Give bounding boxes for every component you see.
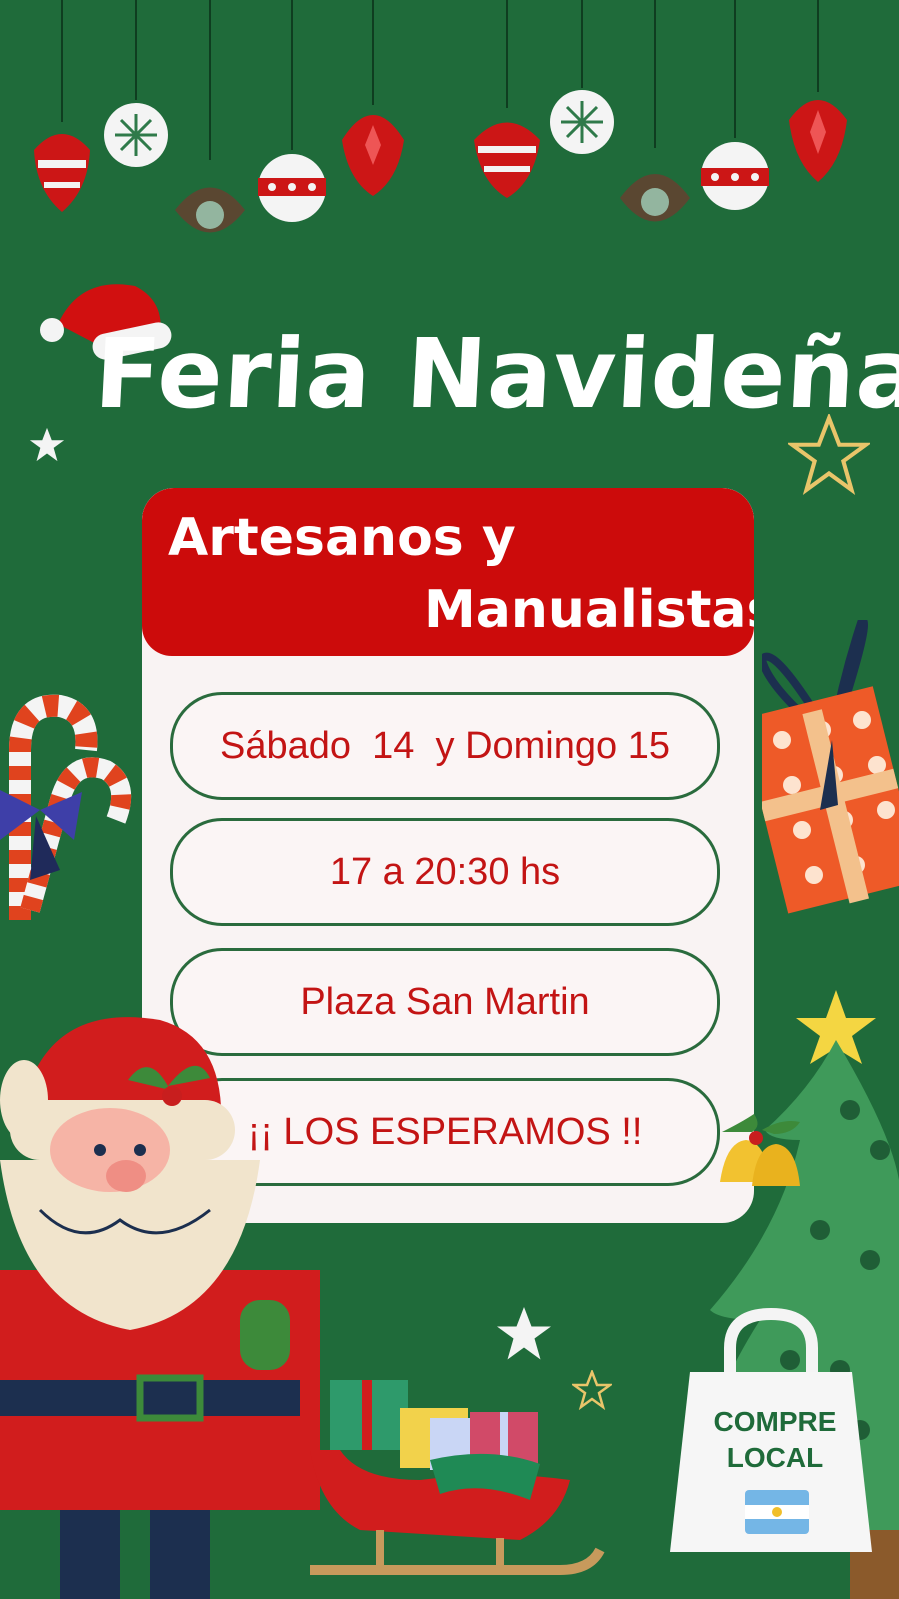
star-icon [572,1370,612,1410]
bag-line-2: LOCAL [726,1442,824,1473]
dates-pill: Sábado 14 y Domingo 15 [170,692,720,800]
gift-icon [762,620,899,914]
ornament-icon [258,154,326,222]
bag-line-1: COMPRE [713,1406,837,1437]
star-icon [29,427,65,462]
page-title: Feria Navideña [92,318,899,430]
time-pill: 17 a 20:30 hs [170,818,720,926]
star-icon [788,414,870,496]
ornament-icon [34,134,90,212]
argentina-flag-icon [745,1490,809,1534]
ornament-icon [789,100,847,182]
ornament-icon [701,142,769,210]
bells-icon [720,1114,800,1186]
santa-claus-icon [0,1017,320,1599]
header-line-1: Artesanos y [168,508,516,568]
ornament-icon [104,103,168,167]
star-icon [497,1307,551,1360]
card-header: Artesanos y Manualistas [142,488,754,656]
ornament-icon [342,115,404,196]
candy-cane-icon [0,694,132,920]
ornament-icon [474,122,540,198]
ornaments-garland [34,0,847,233]
bag-label: COMPRE LOCAL [690,1404,860,1476]
ornament-icon [175,187,245,233]
sleigh-icon [310,1380,605,1575]
ornament-icon [550,90,614,154]
ornament-icon [620,174,690,222]
header-line-2: Manualistas [424,580,754,640]
poster: Feria Navideña Artesanos y Manualistas S… [0,0,899,1599]
